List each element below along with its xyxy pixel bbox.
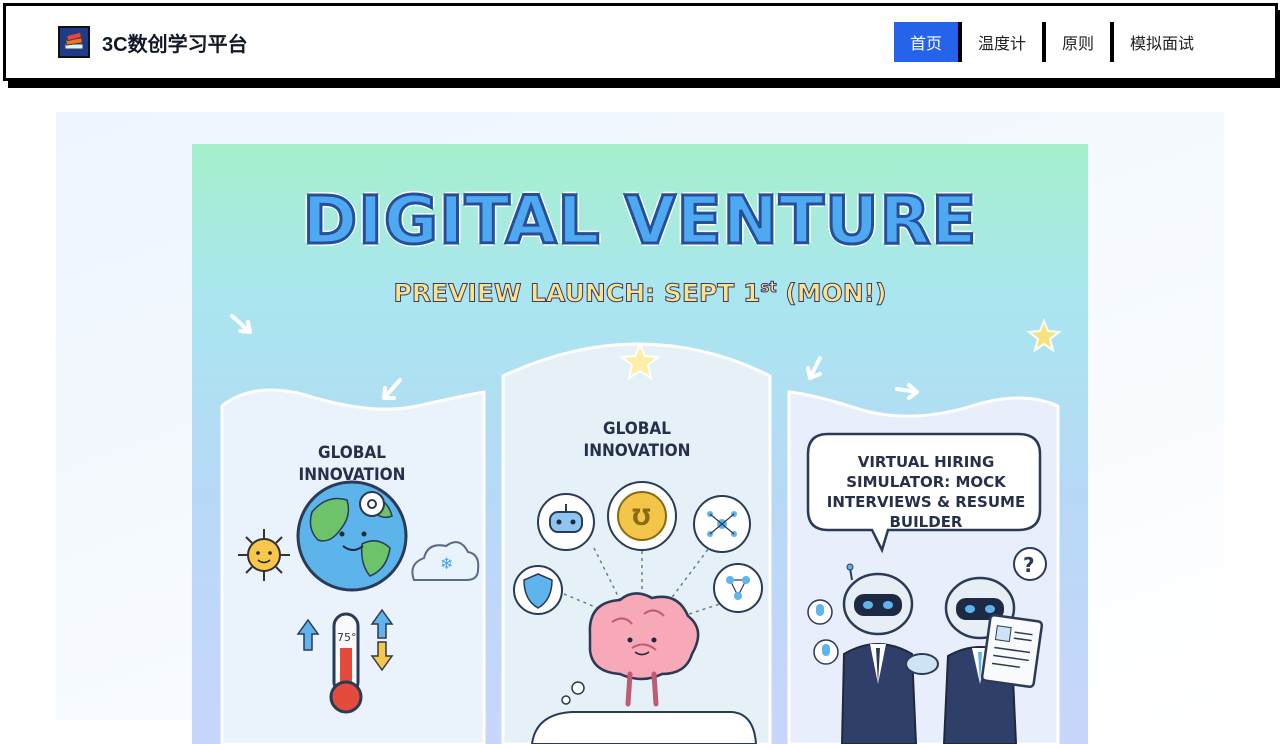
top-header: 3C数创学习平台 首页 温度计 原则 模拟面试	[3, 3, 1278, 81]
poster-title: DIGITAL VENTURE	[301, 181, 978, 261]
panel-left-heading: GLOBAL INNOVATION	[298, 443, 406, 485]
molecule-icon	[713, 563, 763, 613]
main-content: ❄ 75° Ʊ ? DIGITAL VENTURE PREVIEW LAUNCH…	[56, 112, 1224, 744]
robot-interviewer-left	[840, 563, 918, 744]
shield-icon	[513, 565, 563, 615]
thought-bubble	[530, 711, 758, 744]
star-icon	[1026, 318, 1062, 353]
poster-subtitle: PREVIEW LAUNCH: SEPT 1st (MON!)	[393, 278, 887, 308]
resume-document-icon	[980, 613, 1044, 689]
nav-item-home[interactable]: 首页	[893, 22, 962, 62]
panel-center-heading: GLOBAL INNOVATION	[583, 419, 691, 461]
thermometer-icon: 75°	[329, 612, 363, 714]
poster-banner: ❄ 75° Ʊ ? DIGITAL VENTURE PREVIEW LAUNCH…	[192, 144, 1088, 744]
main-nav: 首页 温度计 原则 模拟面试	[893, 22, 1210, 62]
gear-icon	[359, 491, 385, 517]
svg-text:❄: ❄	[440, 554, 453, 573]
nav-item-thermometer[interactable]: 温度计	[961, 22, 1042, 62]
handshake-icon	[905, 653, 939, 675]
panel-right-bubble-text: VIRTUAL HIRING SIMULATOR: MOCK INTERVIEW…	[826, 453, 1026, 531]
books-icon	[58, 26, 90, 58]
coin-icon: Ʊ	[607, 481, 677, 551]
nav-item-principles[interactable]: 原则	[1041, 22, 1110, 62]
svg-text:75°: 75°	[337, 631, 357, 644]
brand[interactable]: 3C数创学习平台	[58, 26, 248, 58]
question-bubble-icon: ?	[1013, 547, 1047, 581]
svg-text:Ʊ: Ʊ	[632, 506, 651, 531]
globe-icon	[296, 480, 408, 592]
brand-title: 3C数创学习平台	[102, 33, 248, 56]
robot-icon	[537, 493, 595, 551]
svg-text:?: ?	[1023, 553, 1035, 577]
network-icon	[693, 495, 751, 553]
nav-item-mock-interview[interactable]: 模拟面试	[1109, 22, 1210, 62]
